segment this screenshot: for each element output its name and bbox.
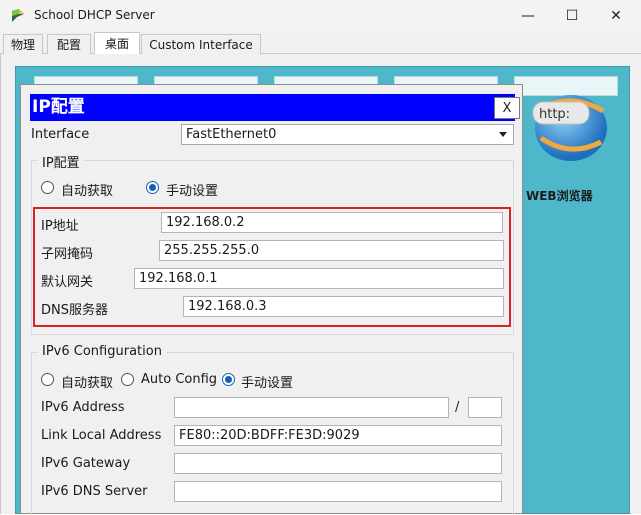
ipv6-prefix-field[interactable] [468, 397, 502, 418]
dns-server-label: DNS服务器 [41, 303, 108, 318]
minimize-icon: — [521, 8, 535, 24]
maximize-button[interactable]: ☐ [549, 0, 595, 32]
default-gateway-label: 默认网关 [41, 275, 94, 290]
tab-custom-interface[interactable]: Custom Interface [141, 34, 261, 54]
ip-config-title: IP配置 [32, 97, 85, 117]
ipv6-dns-field[interactable] [174, 481, 502, 502]
close-icon: ✕ [610, 8, 622, 24]
ipv6-group-title: IPv6 Configuration [38, 344, 166, 359]
link-local-field[interactable]: FE80::20D:BDFF:FE3D:9029 [174, 425, 502, 446]
ipv6-dns-label: IPv6 DNS Server [41, 484, 148, 499]
tab-bar: 物理 配置 桌面 Custom Interface [0, 32, 641, 54]
ip-config-title-bar: IP配置 X [30, 94, 520, 121]
ipv6-static-label[interactable]: 手动设置 [241, 372, 293, 391]
dropdown-caret-icon [499, 132, 507, 137]
ipv6-dhcp-radio[interactable] [41, 373, 54, 386]
close-window-button[interactable]: ✕ [593, 0, 639, 32]
tab-physical[interactable]: 物理 [3, 34, 43, 54]
tab-desktop[interactable]: 桌面 [94, 32, 140, 54]
ipv4-group-title: IP配置 [38, 152, 84, 171]
tab-config[interactable]: 配置 [47, 34, 91, 54]
web-browser-label[interactable]: WEB浏览器 [526, 187, 593, 204]
web-browser-icon[interactable]: http: [515, 76, 615, 176]
subnet-mask-field[interactable]: 255.255.255.0 [159, 240, 504, 261]
dns-server-field[interactable]: 192.168.0.3 [183, 296, 504, 317]
maximize-icon: ☐ [565, 8, 579, 24]
minimize-button[interactable]: — [505, 0, 551, 32]
ipv6-gateway-field[interactable] [174, 453, 502, 474]
default-gateway-field[interactable]: 192.168.0.1 [134, 268, 504, 289]
ip-address-field[interactable]: 192.168.0.2 [161, 212, 503, 233]
ip-config-close-button[interactable]: X [494, 97, 520, 119]
app-icon [12, 9, 24, 22]
interface-select[interactable]: FastEthernet0 [181, 124, 514, 145]
ipv6-auto-config-radio[interactable] [121, 373, 134, 386]
ip-config-window: IP配置 X Interface FastEthernet0 IP配置 自动获取… [20, 84, 523, 515]
ipv6-address-field[interactable] [174, 397, 449, 418]
ipv4-dhcp-radio[interactable] [41, 181, 54, 194]
ipv6-dhcp-label[interactable]: 自动获取 [61, 372, 113, 391]
ipv6-static-radio[interactable] [222, 373, 235, 386]
prefix-separator: / [455, 400, 460, 415]
ipv4-dhcp-label[interactable]: 自动获取 [61, 180, 113, 199]
ipv6-address-label: IPv6 Address [41, 400, 125, 415]
ip-address-label: IP地址 [41, 219, 79, 234]
link-local-label: Link Local Address [41, 428, 162, 443]
ipv6-auto-config-label[interactable]: Auto Config [141, 372, 217, 387]
interface-label: Interface [31, 127, 90, 142]
interface-value: FastEthernet0 [186, 127, 277, 142]
web-icon-text: http: [539, 107, 570, 122]
ipv4-static-label[interactable]: 手动设置 [166, 180, 218, 199]
window-title: School DHCP Server [34, 8, 155, 22]
ipv6-gateway-label: IPv6 Gateway [41, 456, 131, 471]
ipv4-static-radio[interactable] [146, 181, 159, 194]
title-bar: School DHCP Server — ☐ ✕ [0, 0, 641, 32]
subnet-mask-label: 子网掩码 [41, 247, 94, 262]
